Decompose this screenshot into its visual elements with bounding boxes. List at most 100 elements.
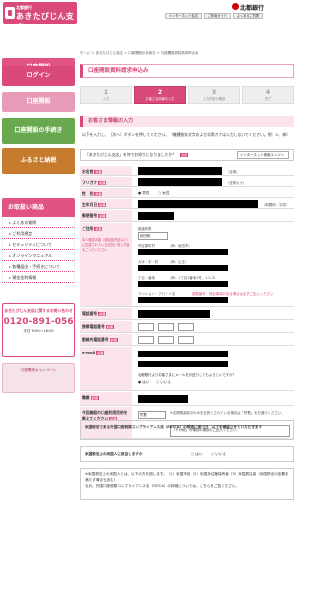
- fatca-detail-box: ※米国税法上の米国人とは、以下の方を指します。（1）米国市民（2）米国永住権保有…: [80, 468, 294, 500]
- nav-faq[interactable]: よくあるご質問: [232, 13, 264, 19]
- reason-select[interactable]: 貯蓄: [138, 411, 166, 419]
- sidebar: 口座開設 ログイン 口座開設 口座開設の手続き ふるさと納税 お取扱い商品 よく…: [2, 28, 77, 600]
- sidebar-procedure-button[interactable]: 口座開設の手続き: [2, 118, 75, 144]
- step-3: 3 入力内容の確認: [188, 86, 240, 104]
- gender-female-radio[interactable]: ○ 女性: [158, 191, 169, 196]
- row-work-phone: 勤務先電話番号 必須: [80, 334, 294, 346]
- kana-label: フリガナ 必須: [80, 177, 132, 186]
- email-confirm-input[interactable]: [138, 361, 228, 367]
- work-input-3[interactable]: [178, 336, 194, 344]
- sidebar-furusato-button[interactable]: ふるさと納税: [2, 148, 75, 174]
- menu-item-manual[interactable]: オンラインマニュアル: [2, 250, 75, 261]
- menu-item-procedures[interactable]: 各種届出・手続きについて: [2, 261, 75, 272]
- mobile-label: 携帯電話番号 必須: [80, 321, 132, 332]
- chome-input[interactable]: [138, 281, 228, 287]
- fatca-yes-radio[interactable]: ○ はい: [191, 452, 202, 457]
- required-badge: 必須: [180, 153, 189, 157]
- menu-title: お取扱い商品: [2, 198, 75, 217]
- street-note: （例：山王）: [168, 260, 189, 264]
- mobile-input-2[interactable]: [158, 323, 174, 331]
- mobile-input-3[interactable]: [178, 323, 194, 331]
- email-input[interactable]: [138, 351, 228, 357]
- top-nav: インターネット支店 ご利用ガイド よくあるご質問: [165, 13, 264, 19]
- step-1: 1 入力: [80, 86, 132, 104]
- job-label: 職業 必須: [80, 392, 132, 405]
- address-note: 本人確認書類（運転免許証など）に記載されている住所と同じ内容をご入力ください: [82, 238, 130, 252]
- pref-label: 都道府県: [138, 227, 152, 231]
- name-label: お名前 必須: [80, 166, 132, 175]
- menu-item-security[interactable]: セキュリティについて: [2, 239, 75, 250]
- fatca-question: 米国税法上の米国人に該当しますか: [85, 452, 143, 456]
- work-input-1[interactable]: [138, 336, 154, 344]
- job-select[interactable]: [138, 395, 188, 403]
- contact-phone-number[interactable]: 0120-891-056: [3, 317, 74, 327]
- gender-male-radio[interactable]: ● 男性: [138, 191, 149, 196]
- row-kana: フリガナ 必須 （全角カナ）: [80, 177, 294, 187]
- row-mobile: 携帯電話番号 必須: [80, 321, 294, 333]
- bldg-input[interactable]: [138, 297, 228, 303]
- sidebar-menu: お取扱い商品 よくある質問 ご利用規定 セキュリティについて オンラインマニュア…: [2, 198, 75, 283]
- row-zip: 郵便番号 必須: [80, 210, 294, 222]
- name-input[interactable]: [138, 167, 222, 175]
- email-yes-radio[interactable]: ● はい: [138, 380, 149, 385]
- hokuto-logo-icon: [232, 3, 239, 10]
- street-input[interactable]: [138, 265, 228, 271]
- fatca-link[interactable]: なお、外国口座税務コンプライアンス法（FATCA）の詳細については、こちらをご覧…: [85, 483, 289, 489]
- pref-select[interactable]: 秋田県: [138, 232, 168, 240]
- birth-input[interactable]: [138, 200, 258, 208]
- email-question: 北都銀行よりお客さまにメールをお送りしてもよろしいですか？: [138, 373, 236, 377]
- sidebar-promo-button[interactable]: 口座開設: [2, 92, 75, 112]
- header: 北都銀行 あきたびじん支店 インターネット支店 ご利用ガイド よくあるご質問 北…: [0, 0, 298, 32]
- nav-guide[interactable]: ご利用ガイド: [203, 13, 231, 19]
- menu-item-terms[interactable]: ご利用規定: [2, 228, 75, 239]
- menu-item-rates[interactable]: 預金金利情報: [2, 272, 75, 283]
- page-title: 口座開設資料請求申込み: [80, 64, 294, 78]
- row-address: ご住所 必須 本人確認書類（運転免許証など）に記載されている住所と同じ内容をご入力く…: [80, 223, 294, 307]
- work-input-2[interactable]: [158, 336, 174, 344]
- contact-hours: 平日 9:00〜18:00: [23, 329, 54, 333]
- nav-internet-branch[interactable]: インターネット支店: [165, 13, 202, 19]
- city-label: 市区郡町村: [138, 244, 155, 248]
- bldg-label: マンション・アパート名: [138, 292, 176, 296]
- row-name: お名前 必須 （全角）: [80, 166, 294, 176]
- gender-label: 性 別必須: [80, 188, 132, 197]
- fatca-title: 米国税法である外国口座税務コンプライアンス法（FATCA）の規定に基づき、以下を…: [85, 425, 263, 429]
- row-gender: 性 別必須 ● 男性 ○ 女性: [80, 188, 294, 198]
- progress-steps: 1 入力 2 お客さま情報の入力 3 入力内容の確認 4 完了: [80, 86, 294, 104]
- chome-note: （例：1丁目2番地3号、1-2-3）: [168, 276, 218, 280]
- phone-input[interactable]: [138, 310, 210, 318]
- fatca-title-box: 米国税法である外国口座税務コンプライアンス法（FATCA）の規定に基づき、以下を…: [80, 420, 294, 440]
- fatca-no-radio[interactable]: ○ いいえ: [211, 452, 226, 457]
- birth-note: （和暦例：平成）: [262, 203, 290, 207]
- kana-input[interactable]: [138, 178, 222, 186]
- fatca-question-row: 米国税法上の米国人に該当しますか ○ はい ○ いいえ: [80, 446, 294, 462]
- breadcrumb: ホーム ＞ あきたびじん支店 ＞ 口座開設の手続き ＞ 口座開設資料請求申込み: [80, 51, 199, 55]
- email-no-radio[interactable]: ○ いいえ: [156, 380, 171, 385]
- bldg-note: 部屋番号、特記事項がある場合は必ずご記入ください: [192, 292, 274, 296]
- hokuto-bank-brand[interactable]: 北都銀行: [240, 3, 264, 12]
- sidebar-login-button[interactable]: ログイン: [2, 66, 75, 86]
- row-job: 職業 必須: [80, 392, 294, 406]
- branch-logo[interactable]: 北都銀行 あきたびじん支店: [3, 2, 77, 32]
- referral-select[interactable]: インターネット検索エンジン: [237, 151, 289, 159]
- city-note: （例：秋田市）: [168, 244, 192, 248]
- menu-item-faq[interactable]: よくある質問: [2, 217, 75, 228]
- zip-label: 郵便番号 必須: [80, 210, 132, 221]
- section-heading: お客さま情報の入力: [80, 116, 294, 127]
- contact-box: あきたびじん支店に関するお問い合わせ 0120-891-056 平日 9:00〜…: [2, 303, 75, 357]
- branch-logo-icon: [5, 7, 15, 19]
- row-phone: 電話番号 必須: [80, 308, 294, 320]
- email-label: e-mail 必須: [80, 347, 132, 390]
- mobile-input-1[interactable]: [138, 323, 154, 331]
- phone-label: 電話番号 必須: [80, 308, 132, 319]
- city-input[interactable]: [138, 249, 228, 255]
- step-4: 4 完了: [242, 86, 294, 104]
- zip-input[interactable]: [138, 212, 174, 220]
- sidebar-campaign-banner[interactable]: 口座開設キャンペーン: [2, 363, 75, 393]
- chome-label: 丁目・番地: [138, 276, 155, 280]
- fatca-detail: ※米国税法上の米国人とは、以下の方を指します。（1）米国市民（2）米国永住権保有…: [85, 472, 289, 482]
- work-label: 勤務先電話番号 必須: [80, 334, 132, 345]
- street-label: 大字・字・町: [138, 260, 159, 264]
- row-email: e-mail 必須 北都銀行よりお客さまにメールをお送りしてもよろしいですか？ ●…: [80, 347, 294, 391]
- referral-question-label: 「あきたびじん支店」を何でお知りになりましたか？: [85, 152, 177, 157]
